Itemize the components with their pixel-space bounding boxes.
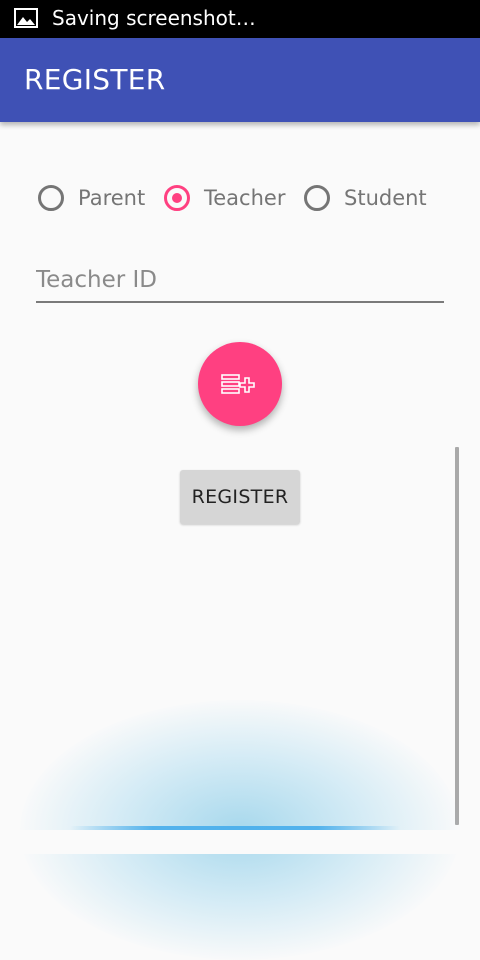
status-notification-text: Saving screenshot… (52, 6, 256, 30)
image-icon (14, 8, 38, 28)
radio-button-checked[interactable] (164, 185, 190, 211)
radio-selected-dot (172, 193, 182, 203)
radio-button-unchecked[interactable] (304, 185, 330, 211)
radio-label-parent: Parent (78, 186, 146, 210)
teacher-id-field (36, 260, 444, 304)
teacher-id-input[interactable] (36, 260, 444, 300)
input-underline (36, 301, 444, 303)
scrollbar[interactable] (455, 447, 459, 825)
bottom-edge (0, 830, 480, 854)
register-button[interactable]: REGISTER (180, 470, 300, 524)
app-bar: REGISTER (0, 38, 480, 122)
radio-button-unchecked[interactable] (38, 185, 64, 211)
radio-label-teacher: Teacher (204, 186, 286, 210)
add-fab-button[interactable] (198, 342, 282, 426)
page-title: REGISTER (24, 63, 166, 96)
status-bar: Saving screenshot… (0, 0, 480, 38)
playlist-add-icon (221, 374, 255, 394)
radio-label-student: Student (344, 186, 427, 210)
